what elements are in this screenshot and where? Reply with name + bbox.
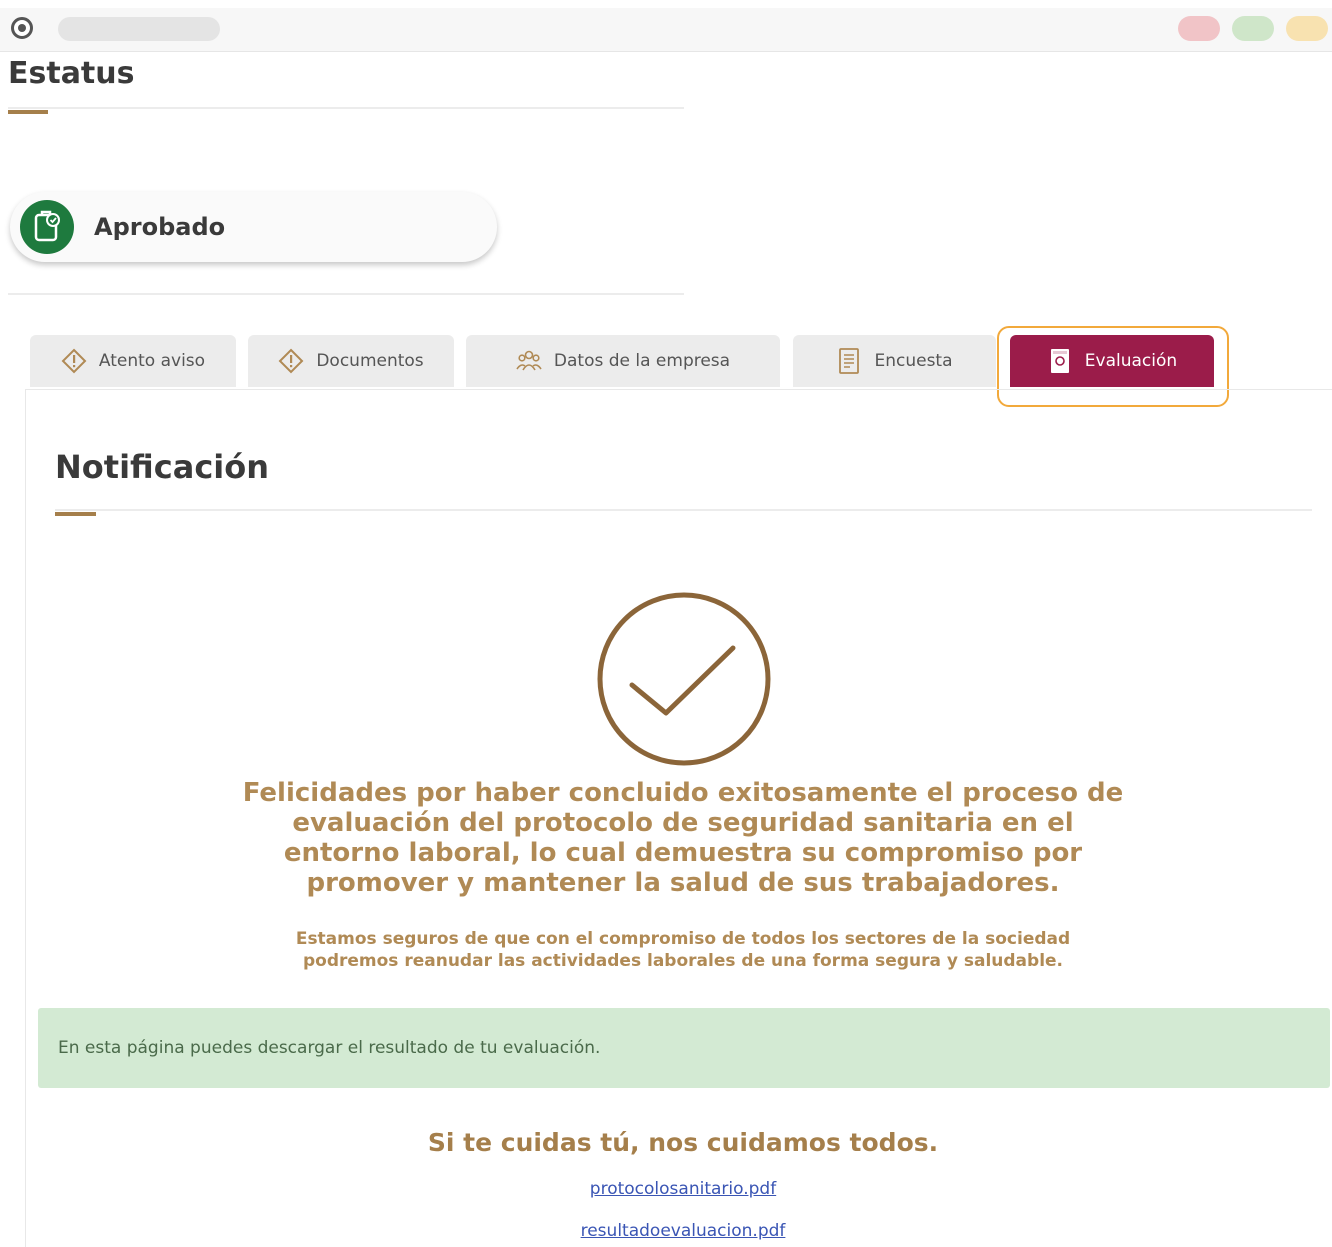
tab-encuesta[interactable]: Encuesta: [793, 335, 996, 387]
circle-check-icon: [596, 591, 772, 767]
diamond-alert-icon: [278, 348, 304, 374]
secondary-message: Estamos seguros de que con el compromiso…: [295, 929, 1071, 971]
divider: [8, 293, 684, 295]
browser-toolbar: [0, 8, 1332, 52]
download-protocolo-link[interactable]: protocolosanitario.pdf: [483, 1179, 883, 1199]
document-list-icon: [836, 348, 862, 374]
tab-label: Atento aviso: [98, 351, 206, 371]
info-alert: En esta página puedes descargar el resul…: [38, 1008, 1330, 1088]
tab-atento-aviso[interactable]: Atento aviso: [30, 335, 236, 387]
tab-datos-de-la-empresa[interactable]: Datos de la empresa: [466, 335, 780, 387]
address-bar[interactable]: [58, 17, 220, 41]
maximize-window-button[interactable]: [1232, 16, 1274, 41]
status-label: Aprobado: [94, 213, 226, 241]
circle-logo-icon: [11, 17, 33, 39]
tab-label: Encuesta: [874, 351, 953, 371]
tab-label: Datos de la empresa: [553, 351, 731, 371]
divider: [8, 107, 684, 109]
congratulations-message: Felicidades por haber concluido exitosam…: [242, 778, 1124, 898]
tab-label: Documentos: [316, 351, 424, 371]
slogan: Si te cuidas tú, nos cuidamos todos.: [427, 1128, 939, 1157]
status-badge: Aprobado: [10, 192, 497, 262]
download-resultado-link[interactable]: resultadoevaluacion.pdf: [483, 1221, 883, 1241]
title-accent-bar: [55, 512, 96, 516]
status-title: Estatus: [8, 56, 135, 91]
close-window-button[interactable]: [1178, 16, 1220, 41]
people-icon: [516, 348, 542, 374]
notification-title: Notificación: [55, 448, 270, 486]
clipboard-check-icon: [20, 200, 74, 254]
tab-documentos[interactable]: Documentos: [248, 335, 454, 387]
diamond-alert-icon: [61, 348, 87, 374]
alert-text: En esta página puedes descargar el resul…: [58, 1038, 601, 1058]
divider: [55, 509, 1312, 511]
title-accent-bar: [8, 110, 48, 114]
minimize-window-button[interactable]: [1286, 16, 1328, 41]
